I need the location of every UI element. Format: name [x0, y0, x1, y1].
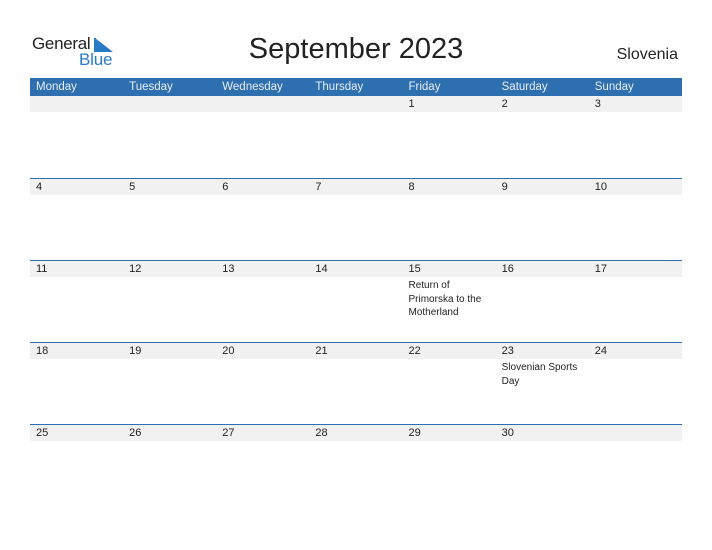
- holiday-event: [216, 195, 309, 197]
- day-number-strip: 4 5 6 7 8 9 10: [30, 179, 682, 195]
- holiday-event: [403, 112, 496, 114]
- week-row: 25 26 27 28 29 30: [30, 424, 682, 506]
- holiday-event: [123, 441, 216, 443]
- holiday-event: [216, 441, 309, 443]
- day-number: 24: [594, 345, 607, 357]
- weekday-monday: Monday: [36, 81, 77, 93]
- week-row: 4 5 6 7 8 9 10: [30, 178, 682, 260]
- holiday-event: [589, 195, 682, 197]
- day-number: [123, 96, 216, 112]
- day-number: 16: [501, 263, 514, 275]
- event-row: Return of Primorska to the Motherland: [30, 277, 682, 320]
- day-number: 2: [501, 98, 508, 110]
- holiday-event: [589, 112, 682, 114]
- country-label: Slovenia: [616, 46, 678, 63]
- weekday-saturday: Saturday: [501, 81, 548, 93]
- day-number: [589, 425, 682, 441]
- day-number: 9: [501, 181, 508, 193]
- day-number: 25: [36, 427, 49, 439]
- holiday-event: [309, 277, 402, 320]
- holiday-event: [403, 359, 496, 388]
- holiday-event: [309, 112, 402, 114]
- week-row: 18 19 20 21 22 23 24 Slovenian Sports Day: [30, 342, 682, 424]
- holiday-event: [216, 359, 309, 388]
- holiday-event: [123, 277, 216, 320]
- holiday-event: [589, 277, 682, 320]
- day-number: 19: [129, 345, 142, 357]
- holiday-event: [30, 112, 123, 114]
- event-row: Slovenian Sports Day: [30, 359, 682, 388]
- day-number-strip: 25 26 27 28 29 30: [30, 425, 682, 441]
- day-number: [309, 96, 402, 112]
- holiday-event: [123, 112, 216, 114]
- day-number: 27: [222, 427, 235, 439]
- calendar-grid: Monday Tuesday Wednesday Thursday Friday…: [30, 78, 682, 506]
- day-number: 18: [36, 345, 49, 357]
- day-number: 5: [129, 181, 136, 193]
- day-number: 4: [36, 181, 43, 193]
- holiday-event: [589, 441, 682, 443]
- holiday-event: Slovenian Sports Day: [501, 362, 578, 387]
- day-number: 7: [315, 181, 322, 193]
- holiday-event: [496, 277, 589, 320]
- holiday-event: [30, 359, 123, 388]
- day-number: 14: [315, 263, 328, 275]
- day-number: 23: [501, 345, 514, 357]
- day-number-strip: 18 19 20 21 22 23 24: [30, 343, 682, 359]
- day-number: 13: [222, 263, 235, 275]
- holiday-event: [496, 195, 589, 197]
- holiday-event: [589, 359, 682, 388]
- day-number: 1: [408, 98, 415, 110]
- day-number: 22: [408, 345, 421, 357]
- holiday-event: [309, 441, 402, 443]
- day-number: 26: [129, 427, 142, 439]
- day-number: 30: [501, 427, 514, 439]
- weekday-wednesday: Wednesday: [222, 81, 283, 93]
- holiday-event: [403, 195, 496, 197]
- holiday-event: [496, 441, 589, 443]
- weekday-tuesday: Tuesday: [129, 81, 173, 93]
- day-number: 12: [129, 263, 142, 275]
- holiday-event: [216, 112, 309, 114]
- holiday-event: [309, 359, 402, 388]
- holiday-event: [30, 441, 123, 443]
- holiday-event: [216, 277, 309, 320]
- day-number: 17: [594, 263, 607, 275]
- day-number: 20: [222, 345, 235, 357]
- event-row: [30, 441, 682, 443]
- holiday-event: [403, 441, 496, 443]
- day-number: [30, 96, 123, 112]
- day-number-strip: 11 12 13 14 15 16 17: [30, 261, 682, 277]
- day-number: 15: [408, 263, 421, 275]
- holiday-event: [30, 277, 123, 320]
- week-row: 11 12 13 14 15 16 17 Return of Primorska to the…: [30, 260, 682, 342]
- weekday-thursday: Thursday: [315, 81, 364, 93]
- weekday-header: Monday Tuesday Wednesday Thursday Friday…: [30, 78, 682, 96]
- weekday-sunday: Sunday: [594, 81, 634, 93]
- calendar-title: September 2023: [248, 33, 464, 65]
- day-number: [216, 96, 309, 112]
- day-number: 11: [36, 263, 48, 275]
- day-number: 10: [594, 181, 607, 193]
- day-number: 6: [222, 181, 229, 193]
- day-number: 3: [594, 98, 601, 110]
- day-number: 29: [408, 427, 421, 439]
- event-row: [30, 112, 682, 114]
- day-number-strip: 1 2 3: [30, 96, 682, 112]
- holiday-event: [496, 112, 589, 114]
- weekday-friday: Friday: [408, 81, 441, 93]
- holiday-event: Return of Primorska to the Motherland: [408, 280, 482, 318]
- day-number: 8: [408, 181, 415, 193]
- day-number: 28: [315, 427, 328, 439]
- holiday-event: [123, 359, 216, 388]
- holiday-event: [309, 195, 402, 197]
- holiday-event: [30, 195, 123, 197]
- week-row: 1 2 3: [30, 96, 682, 178]
- event-row: [30, 195, 682, 197]
- day-number: 21: [315, 345, 328, 357]
- holiday-event: [123, 195, 216, 197]
